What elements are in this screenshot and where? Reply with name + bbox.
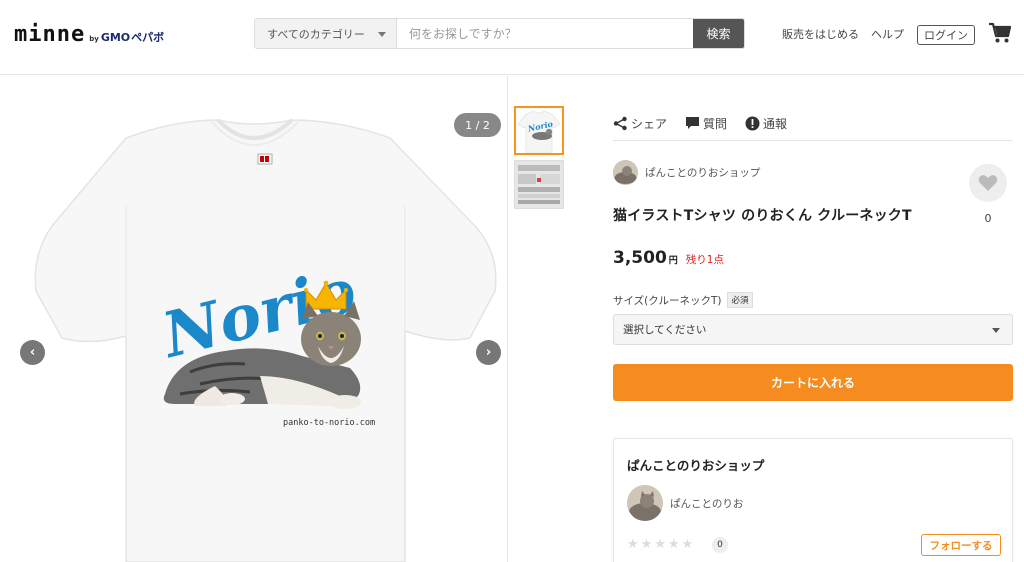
shop-owner[interactable]: ぱんことのりお: [627, 485, 743, 521]
category-select[interactable]: すべてのカテゴリー: [255, 19, 397, 48]
search-button[interactable]: 検索: [693, 19, 744, 48]
chevron-down-icon: [378, 32, 386, 37]
favorite-count: 0: [984, 212, 992, 225]
start-selling-link[interactable]: 販売をはじめる: [782, 26, 859, 42]
alert-icon: [745, 116, 760, 130]
search-input[interactable]: [397, 19, 693, 48]
shop-link[interactable]: ぱんことのりおショップ: [613, 160, 760, 185]
size-label: サイズ(クルーネックT): [613, 294, 722, 307]
star-icon: ★: [667, 537, 680, 552]
share-button[interactable]: シェア: [613, 114, 667, 132]
owner-avatar: [627, 485, 663, 521]
logo-wordmark: minne: [14, 22, 86, 47]
star-icon: ★: [681, 537, 694, 552]
required-badge: 必須: [727, 292, 753, 308]
login-button[interactable]: ログイン: [917, 25, 975, 45]
size-label-row: サイズ(クルーネックT) 必須: [613, 292, 753, 308]
size-select-value: 選択してください: [623, 324, 707, 336]
currency-unit: 円: [668, 256, 678, 266]
report-button[interactable]: 通報: [745, 114, 787, 132]
add-to-cart-button[interactable]: カートに入れる: [613, 364, 1013, 401]
stock-status: 残り1点: [685, 254, 724, 266]
report-label: 通報: [763, 116, 788, 131]
thumbnail-list: Norio: [507, 76, 579, 562]
share-icon: [613, 116, 627, 130]
product-detail-panel: シェア 質問 通報 ぱんことのりおショップ 0 猫イラストTシャツ のりおくん …: [613, 76, 1013, 562]
logo-pepabo: ペパボ: [131, 31, 165, 44]
rating-stars: ★ ★ ★ ★ ★: [627, 538, 693, 552]
product-price: 3,500: [613, 248, 667, 268]
cart-icon[interactable]: [988, 22, 1012, 44]
question-label: 質問: [703, 116, 728, 131]
category-select-label: すべてのカテゴリー: [267, 27, 365, 41]
shop-card-title[interactable]: ぱんことのりおショップ: [627, 455, 764, 474]
shop-name: ぱんことのりおショップ: [645, 167, 761, 179]
chevron-down-icon: [992, 328, 1000, 333]
product-image-gallery[interactable]: Norio panko-to-norio.com 1 / 2 ‹ ›: [0, 76, 508, 562]
product-title: 猫イラストTシャツ のりおくん クルーネックT: [613, 208, 912, 224]
share-label: シェア: [631, 116, 668, 131]
shop-avatar: [613, 160, 638, 185]
site-header: minne by GMO ペパボ すべてのカテゴリー 検索 販売をはじめる ヘル…: [0, 0, 1024, 75]
question-button[interactable]: 質問: [685, 114, 727, 132]
help-link[interactable]: ヘルプ: [871, 26, 904, 42]
thumbnail-1[interactable]: Norio: [514, 106, 564, 155]
logo-gmo: GMO: [100, 31, 131, 44]
heart-icon: [978, 175, 998, 191]
owner-name: ぱんことのりお: [670, 497, 744, 510]
follow-button[interactable]: フォローする: [921, 534, 1001, 556]
search-bar: すべてのカテゴリー 検索: [254, 18, 745, 49]
chevron-left-icon: ‹: [29, 345, 36, 360]
favorite-button[interactable]: [969, 164, 1007, 202]
chat-icon: [686, 117, 700, 129]
logo-by: by: [89, 35, 99, 43]
star-icon: ★: [654, 537, 666, 552]
next-image-button[interactable]: ›: [476, 340, 501, 365]
thumbnail-2[interactable]: [514, 160, 564, 209]
star-icon: ★: [627, 537, 639, 552]
chevron-right-icon: ›: [485, 345, 492, 360]
price-row: 3,500 円 残り1点: [613, 248, 724, 268]
shirt-print-url: panko-to-norio.com: [283, 418, 375, 428]
review-count[interactable]: 0: [712, 537, 728, 553]
product-actions: シェア 質問 通報: [613, 114, 1013, 141]
shop-card: ぱんことのりおショップ ぱんことのりお ★ ★ ★ ★ ★ 0 フォローする: [613, 438, 1013, 562]
size-select[interactable]: 選択してください: [613, 314, 1013, 345]
product-main-image: Norio panko-to-norio.com: [34, 118, 497, 562]
star-icon: ★: [640, 537, 653, 552]
minne-logo[interactable]: minne by GMO ペパボ: [14, 22, 164, 47]
image-counter: 1 / 2: [454, 113, 501, 137]
previous-image-button[interactable]: ‹: [20, 340, 45, 365]
